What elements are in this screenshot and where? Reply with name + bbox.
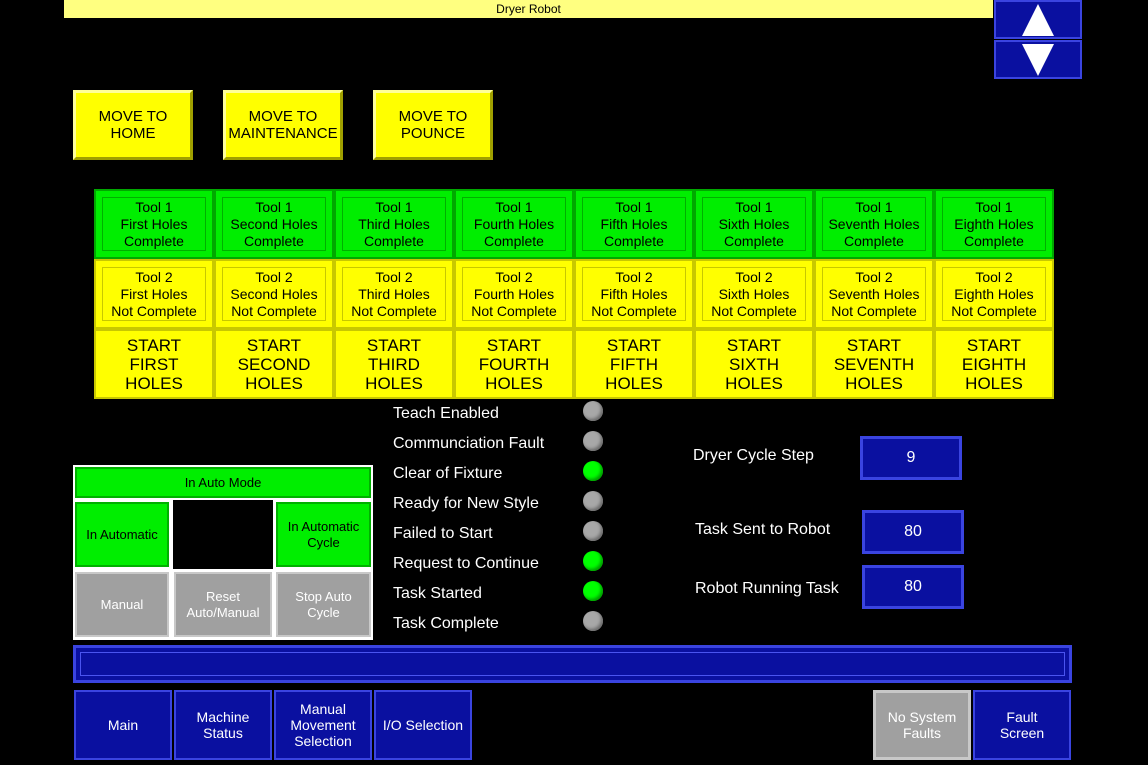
teach-enabled-indicator [583, 401, 603, 421]
status-label-task-started: Task Started [393, 585, 482, 602]
failed-to-start-indicator [583, 521, 603, 541]
tool1-fifth-holes-label: Tool 1 Fifth Holes Complete [600, 198, 668, 249]
tool1-fourth-holes-status: Tool 1 Fourth Holes Complete [454, 189, 574, 259]
screen-title: Dryer Robot [64, 0, 993, 18]
reset-auto-manual-button[interactable]: Reset Auto/Manual [174, 572, 272, 637]
tool2-eighth-holes-status: Tool 2 Eighth Holes Not Complete [934, 259, 1054, 329]
tool2-fourth-holes-label: Tool 2 Fourth Holes Not Complete [471, 268, 557, 319]
auto-mode-indicator: In Auto Mode [75, 467, 371, 498]
ready-for-new-style-indicator [583, 491, 603, 511]
tool1-seventh-holes-label: Tool 1 Seventh Holes Complete [828, 198, 920, 249]
start-fourth-holes-button[interactable]: START FOURTH HOLES [454, 329, 574, 399]
tool1-third-holes-label: Tool 1 Third Holes Complete [358, 198, 430, 249]
machine-status-button[interactable]: Machine Status [174, 690, 272, 760]
tool2-fourth-holes-status: Tool 2 Fourth Holes Not Complete [454, 259, 574, 329]
tool1-first-holes-status: Tool 1 First Holes Complete [94, 189, 214, 259]
tool2-fifth-holes-label: Tool 2 Fifth Holes Not Complete [591, 268, 677, 319]
auto-mode-panel: In Auto Mode In Automatic In Automatic C… [73, 465, 373, 640]
manual-movement-selection-button[interactable]: Manual Movement Selection [274, 690, 372, 760]
main-screen-button[interactable]: Main [74, 690, 172, 760]
tool1-seventh-holes-status: Tool 1 Seventh Holes Complete [814, 189, 934, 259]
move-to-maintenance-button[interactable]: MOVE TO MAINTENANCE [223, 90, 343, 160]
start-first-holes-button[interactable]: START FIRST HOLES [94, 329, 214, 399]
tool1-eighth-holes-status: Tool 1 Eighth Holes Complete [934, 189, 1054, 259]
tool2-seventh-holes-label: Tool 2 Seventh Holes Not Complete [828, 268, 920, 319]
tool1-fifth-holes-status: Tool 1 Fifth Holes Complete [574, 189, 694, 259]
tool2-sixth-holes-label: Tool 2 Sixth Holes Not Complete [711, 268, 797, 319]
move-to-home-button[interactable]: MOVE TO HOME [73, 90, 193, 160]
tool2-second-holes-label: Tool 2 Second Holes Not Complete [230, 268, 318, 319]
request-to-continue-indicator [583, 551, 603, 571]
tool1-first-holes-label: Tool 1 First Holes Complete [120, 198, 188, 249]
status-label-failed-to-start: Failed to Start [393, 525, 493, 542]
tool2-second-holes-status: Tool 2 Second Holes Not Complete [214, 259, 334, 329]
task-sent-to-robot-label: Task Sent to Robot [695, 521, 831, 538]
start-second-holes-button[interactable]: START SECOND HOLES [214, 329, 334, 399]
dryer-cycle-step-label: Dryer Cycle Step [693, 447, 814, 464]
start-third-holes-button[interactable]: START THIRD HOLES [334, 329, 454, 399]
status-label-task-complete: Task Complete [393, 615, 499, 632]
up-arrow-icon [1022, 3, 1054, 36]
clear-of-fixture-indicator [583, 461, 603, 481]
in-automatic-button[interactable]: In Automatic [75, 502, 169, 567]
tool2-seventh-holes-status: Tool 2 Seventh Holes Not Complete [814, 259, 934, 329]
auto-mode-blank [173, 500, 273, 569]
stop-auto-cycle-button[interactable]: Stop Auto Cycle [276, 572, 371, 637]
tool2-sixth-holes-status: Tool 2 Sixth Holes Not Complete [694, 259, 814, 329]
tool1-eighth-holes-label: Tool 1 Eighth Holes Complete [954, 198, 1034, 249]
status-label-communication-fault: Communciation Fault [393, 435, 545, 452]
robot-running-task-value: 80 [862, 565, 964, 609]
tool1-sixth-holes-label: Tool 1 Sixth Holes Complete [718, 198, 790, 249]
message-bar [73, 645, 1072, 683]
system-faults-status: No System Faults [873, 690, 971, 760]
tool2-third-holes-label: Tool 2 Third Holes Not Complete [351, 268, 437, 319]
manual-button[interactable]: Manual [75, 572, 169, 637]
io-selection-button[interactable]: I/O Selection [374, 690, 472, 760]
page-up-button[interactable] [994, 0, 1082, 39]
status-label-clear-of-fixture: Clear of Fixture [393, 465, 503, 482]
dryer-cycle-step-value: 9 [860, 436, 962, 480]
communication-fault-indicator [583, 431, 603, 451]
down-arrow-icon [1022, 43, 1054, 76]
task-sent-to-robot-value: 80 [862, 510, 964, 554]
tool1-second-holes-status: Tool 1 Second Holes Complete [214, 189, 334, 259]
start-eighth-holes-button[interactable]: START EIGHTH HOLES [934, 329, 1054, 399]
tool2-fifth-holes-status: Tool 2 Fifth Holes Not Complete [574, 259, 694, 329]
move-to-pounce-button[interactable]: MOVE TO POUNCE [373, 90, 493, 160]
message-text [80, 652, 1065, 676]
holes-grid: Tool 1 First Holes Complete Tool 1 Secon… [94, 189, 1054, 399]
tool2-eighth-holes-label: Tool 2 Eighth Holes Not Complete [951, 268, 1037, 319]
in-automatic-cycle-button[interactable]: In Automatic Cycle [276, 502, 371, 567]
robot-running-task-label: Robot Running Task [695, 580, 839, 597]
tool1-sixth-holes-status: Tool 1 Sixth Holes Complete [694, 189, 814, 259]
status-label-ready-for-new-style: Ready for New Style [393, 495, 539, 512]
status-label-teach-enabled: Teach Enabled [393, 405, 499, 422]
task-started-indicator [583, 581, 603, 601]
tool1-third-holes-status: Tool 1 Third Holes Complete [334, 189, 454, 259]
fault-screen-button[interactable]: Fault Screen [973, 690, 1071, 760]
start-fifth-holes-button[interactable]: START FIFTH HOLES [574, 329, 694, 399]
tool2-third-holes-status: Tool 2 Third Holes Not Complete [334, 259, 454, 329]
tool2-first-holes-label: Tool 2 First Holes Not Complete [111, 268, 197, 319]
tool1-second-holes-label: Tool 1 Second Holes Complete [230, 198, 318, 249]
tool2-first-holes-status: Tool 2 First Holes Not Complete [94, 259, 214, 329]
task-complete-indicator [583, 611, 603, 631]
start-sixth-holes-button[interactable]: START SIXTH HOLES [694, 329, 814, 399]
status-label-request-to-continue: Request to Continue [393, 555, 539, 572]
start-seventh-holes-button[interactable]: START SEVENTH HOLES [814, 329, 934, 399]
tool1-fourth-holes-label: Tool 1 Fourth Holes Complete [473, 198, 555, 249]
page-down-button[interactable] [994, 40, 1082, 79]
